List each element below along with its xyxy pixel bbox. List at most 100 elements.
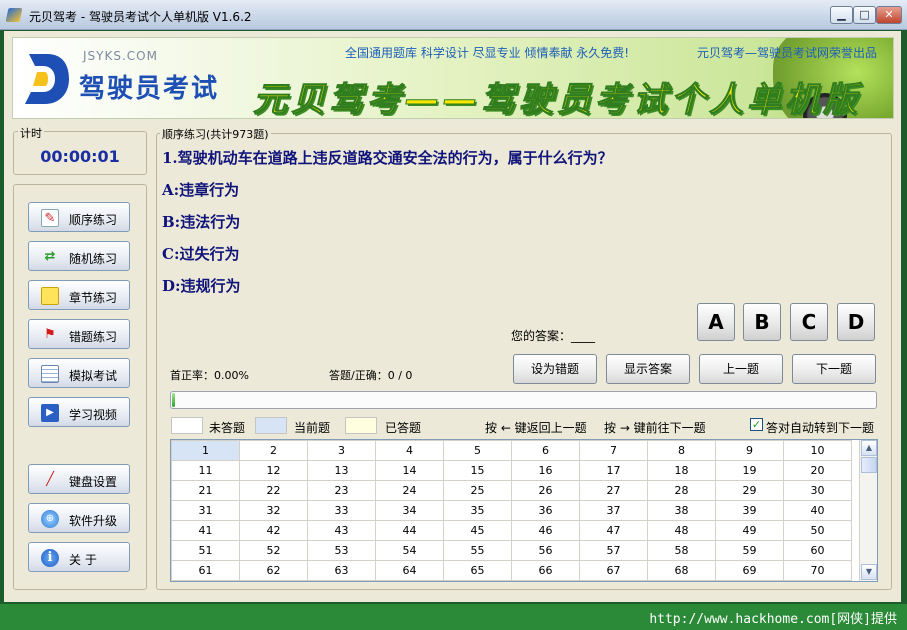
auto-next-label[interactable]: 答对自动转到下一题 — [766, 419, 874, 436]
question-number-cell[interactable]: 6 — [511, 440, 580, 461]
question-number-cell[interactable]: 2 — [239, 440, 308, 461]
question-number-cell[interactable]: 12 — [239, 460, 308, 481]
question-number-cell[interactable]: 32 — [239, 500, 308, 521]
question-number-cell[interactable]: 55 — [443, 540, 512, 561]
chapter-practice-button[interactable]: 章节练习 — [28, 280, 130, 310]
question-number-cell[interactable]: 4 — [375, 440, 444, 461]
question-number-cell[interactable]: 40 — [783, 500, 852, 521]
question-number-cell[interactable]: 17 — [579, 460, 648, 481]
question-number-cell[interactable]: 43 — [307, 520, 376, 541]
title-bar[interactable]: 元贝驾考 - 驾驶员考试个人单机版 V1.6.2 ▁ □ ✕ — [0, 0, 907, 30]
minimize-button[interactable]: ▁ — [830, 6, 853, 24]
question-number-cell[interactable]: 50 — [783, 520, 852, 541]
previous-question-button[interactable]: 上一题 — [699, 354, 783, 384]
close-button[interactable]: ✕ — [876, 6, 902, 24]
answer-a-button[interactable]: A — [697, 303, 735, 341]
next-question-button[interactable]: 下一题 — [792, 354, 876, 384]
maximize-button[interactable]: □ — [853, 6, 876, 24]
question-number-cell[interactable]: 66 — [511, 560, 580, 581]
scroll-thumb[interactable] — [861, 457, 877, 473]
question-number-cell[interactable]: 57 — [579, 540, 648, 561]
question-number-cell[interactable]: 20 — [783, 460, 852, 481]
question-number-cell[interactable]: 23 — [307, 480, 376, 501]
about-button[interactable]: i 关 于 — [28, 542, 130, 572]
option-a[interactable]: A:违章行为 — [162, 179, 239, 200]
question-number-cell[interactable]: 31 — [171, 500, 240, 521]
question-number-cell[interactable]: 26 — [511, 480, 580, 501]
question-number-cell[interactable]: 53 — [307, 540, 376, 561]
grid-scrollbar[interactable]: ▲ ▼ — [859, 440, 877, 581]
question-number-cell[interactable]: 7 — [579, 440, 648, 461]
question-number-cell[interactable]: 18 — [647, 460, 716, 481]
wrong-question-practice-button[interactable]: ⚑ 错题练习 — [28, 319, 130, 349]
sequential-practice-button[interactable]: ✎ 顺序练习 — [28, 202, 130, 232]
question-number-cell[interactable]: 56 — [511, 540, 580, 561]
keyboard-settings-button[interactable]: ╱ 键盘设置 — [28, 464, 130, 494]
mock-exam-button[interactable]: 模拟考试 — [28, 358, 130, 388]
question-number-cell[interactable]: 41 — [171, 520, 240, 541]
question-number-cell[interactable]: 42 — [239, 520, 308, 541]
software-upgrade-button[interactable]: ⊕ 软件升级 — [28, 503, 130, 533]
question-number-cell[interactable]: 33 — [307, 500, 376, 521]
question-number-cell[interactable]: 19 — [715, 460, 784, 481]
question-number-cell[interactable]: 67 — [579, 560, 648, 581]
question-number-cell[interactable]: 34 — [375, 500, 444, 521]
question-number-cell[interactable]: 62 — [239, 560, 308, 581]
study-video-button[interactable]: ▶ 学习视频 — [28, 397, 130, 427]
question-number-cell[interactable]: 11 — [171, 460, 240, 481]
show-answer-button[interactable]: 显示答案 — [606, 354, 690, 384]
question-number-cell[interactable]: 60 — [783, 540, 852, 561]
question-number-cell[interactable]: 15 — [443, 460, 512, 481]
question-number-cell[interactable]: 64 — [375, 560, 444, 581]
question-number-cell[interactable]: 65 — [443, 560, 512, 581]
question-number-cell[interactable]: 39 — [715, 500, 784, 521]
question-number-cell[interactable]: 5 — [443, 440, 512, 461]
question-number-cell[interactable]: 29 — [715, 480, 784, 501]
question-number-cell[interactable]: 70 — [783, 560, 852, 581]
scroll-up-button[interactable]: ▲ — [861, 440, 877, 456]
question-number-cell[interactable]: 54 — [375, 540, 444, 561]
mark-wrong-button[interactable]: 设为错题 — [513, 354, 597, 384]
question-number-cell[interactable]: 36 — [511, 500, 580, 521]
question-number-cell[interactable]: 44 — [375, 520, 444, 541]
question-number-cell[interactable]: 21 — [171, 480, 240, 501]
question-number-cell[interactable]: 52 — [239, 540, 308, 561]
answer-c-button[interactable]: C — [790, 303, 828, 341]
scroll-down-button[interactable]: ▼ — [861, 564, 877, 580]
option-b[interactable]: B:违法行为 — [162, 211, 240, 232]
question-number-cell[interactable]: 37 — [579, 500, 648, 521]
question-number-cell[interactable]: 10 — [783, 440, 852, 461]
question-number-cell[interactable]: 8 — [647, 440, 716, 461]
question-number-cell[interactable]: 68 — [647, 560, 716, 581]
question-number-cell[interactable]: 63 — [307, 560, 376, 581]
question-number-cell[interactable]: 28 — [647, 480, 716, 501]
random-practice-button[interactable]: ⇄ 随机练习 — [28, 241, 130, 271]
question-number-cell[interactable]: 47 — [579, 520, 648, 541]
auto-next-checkbox[interactable]: ✓ — [750, 418, 763, 431]
question-number-cell[interactable]: 58 — [647, 540, 716, 561]
question-number-cell[interactable]: 3 — [307, 440, 376, 461]
question-number-cell[interactable]: 27 — [579, 480, 648, 501]
question-number-cell[interactable]: 1 — [171, 440, 240, 461]
question-number-cell[interactable]: 46 — [511, 520, 580, 541]
option-c[interactable]: C:过失行为 — [162, 243, 239, 264]
option-d[interactable]: D:违规行为 — [162, 275, 241, 296]
question-number-cell[interactable]: 49 — [715, 520, 784, 541]
question-number-cell[interactable]: 22 — [239, 480, 308, 501]
question-number-cell[interactable]: 61 — [171, 560, 240, 581]
question-number-cell[interactable]: 13 — [307, 460, 376, 481]
question-number-cell[interactable]: 45 — [443, 520, 512, 541]
question-number-cell[interactable]: 24 — [375, 480, 444, 501]
question-number-cell[interactable]: 16 — [511, 460, 580, 481]
question-number-cell[interactable]: 14 — [375, 460, 444, 481]
question-number-cell[interactable]: 59 — [715, 540, 784, 561]
question-number-cell[interactable]: 9 — [715, 440, 784, 461]
question-number-cell[interactable]: 30 — [783, 480, 852, 501]
question-number-cell[interactable]: 38 — [647, 500, 716, 521]
question-number-cell[interactable]: 25 — [443, 480, 512, 501]
question-number-cell[interactable]: 69 — [715, 560, 784, 581]
question-number-cell[interactable]: 48 — [647, 520, 716, 541]
question-number-cell[interactable]: 35 — [443, 500, 512, 521]
answer-d-button[interactable]: D — [837, 303, 875, 341]
question-number-cell[interactable]: 51 — [171, 540, 240, 561]
